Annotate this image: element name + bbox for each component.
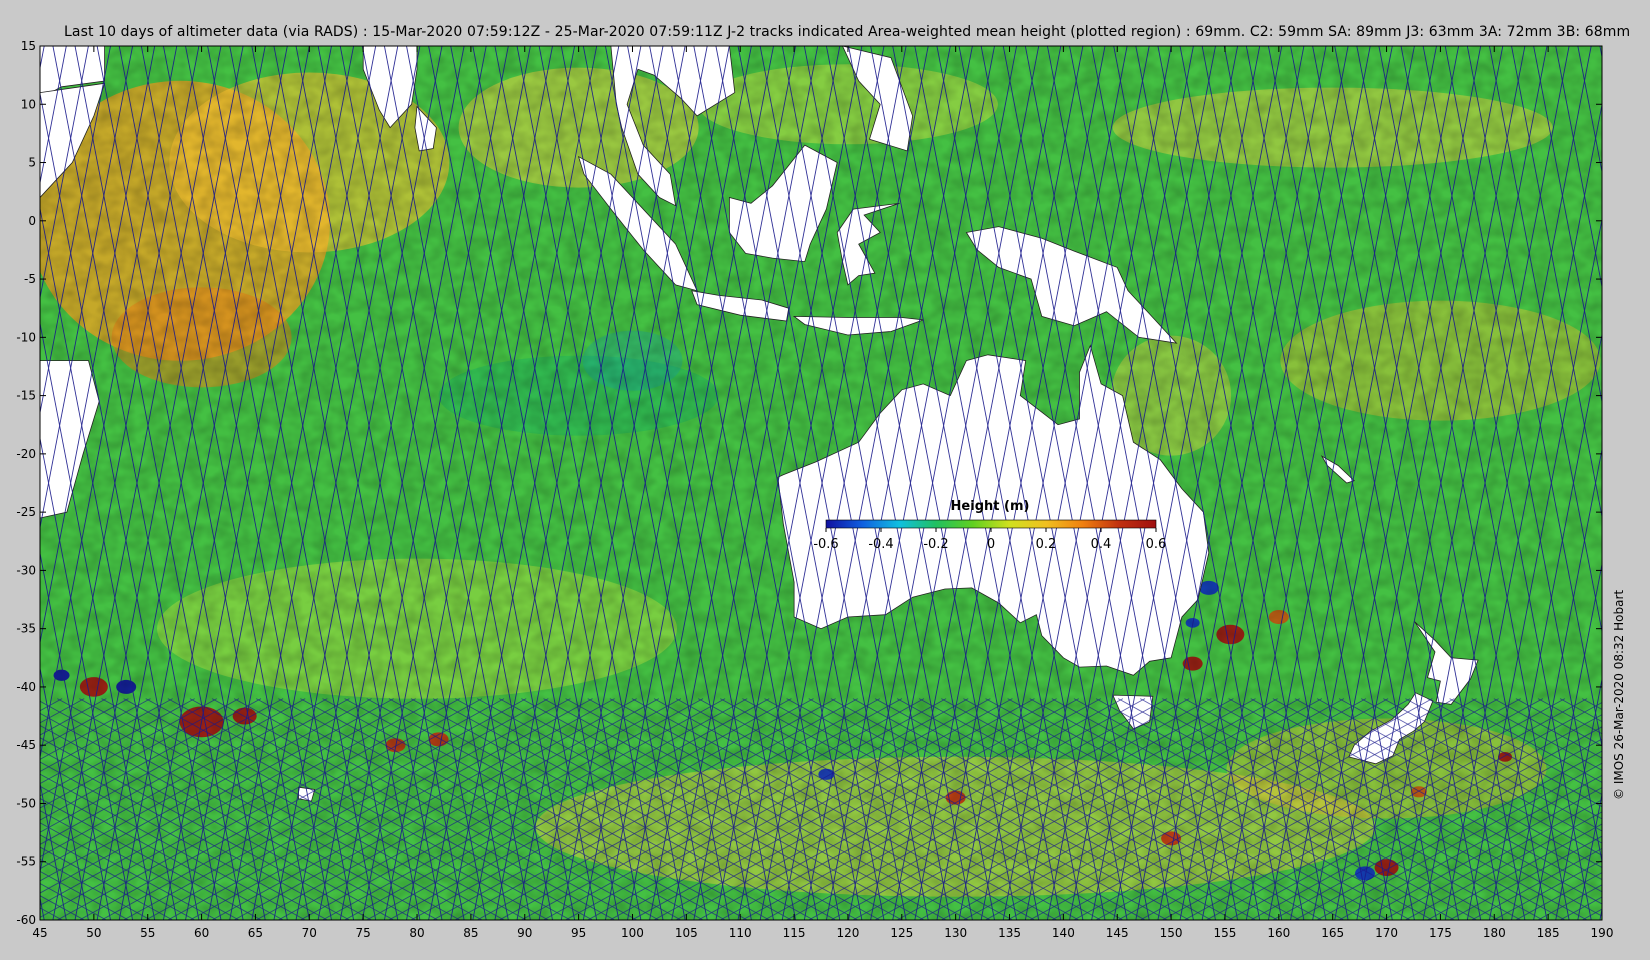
x-tick-label: 125 [890, 926, 913, 940]
x-tick-label: 175 [1429, 926, 1452, 940]
colorbar-bar [825, 519, 1157, 529]
x-tick-label: 115 [783, 926, 806, 940]
colorbar-tick-label: 0.2 [1036, 537, 1057, 552]
x-tick-label: 135 [998, 926, 1021, 940]
y-tick-label: -45 [16, 738, 36, 752]
x-tick-label: 165 [1321, 926, 1344, 940]
x-tick-label: 105 [675, 926, 698, 940]
x-tick-label: 170 [1375, 926, 1398, 940]
x-tick-label: 80 [409, 926, 424, 940]
y-tick-label: -30 [16, 563, 36, 577]
x-tick-label: 85 [463, 926, 478, 940]
x-tick-label: 55 [140, 926, 155, 940]
x-tick-label: 90 [517, 926, 532, 940]
ground-track-ascending [1622, 46, 1650, 920]
x-tick-label: 160 [1267, 926, 1290, 940]
y-tick-label: 0 [28, 214, 36, 228]
colorbar-tick-label: 0.4 [1091, 537, 1112, 552]
y-tick-label: -40 [16, 680, 36, 694]
colorbar-tick-label: -0.2 [923, 537, 948, 552]
y-tick-label: -35 [16, 622, 36, 636]
map-plot: 45 50 55 60 65 70 75 80 85 90 95 100 105 110 115 120 125… [0, 39, 1650, 940]
y-tick-label: 15 [21, 39, 36, 53]
x-tick-label: 70 [302, 926, 317, 940]
ocean-field [0, 46, 1650, 920]
ground-track-descending [40, 895, 45, 920]
x-tick-label: 50 [86, 926, 101, 940]
x-tick-label: 110 [729, 926, 752, 940]
y-tick-label: -10 [16, 330, 36, 344]
y-tick-label: -60 [16, 913, 36, 927]
altimetry-map-figure: Last 10 days of altimeter data (via RADS… [0, 0, 1650, 960]
y-tick-label: -55 [16, 855, 36, 869]
ground-track-southern [1626, 699, 1650, 920]
colorbar-tick-label: 0.6 [1146, 537, 1167, 552]
x-tick-label: 145 [1106, 926, 1129, 940]
y-tick-label: -20 [16, 447, 36, 461]
y-tick-label: -5 [24, 272, 36, 286]
y-tick-label: 5 [28, 156, 36, 170]
ground-track-descending [0, 46, 22, 920]
x-tick-label: 130 [944, 926, 967, 940]
ground-track-descending [1622, 46, 1650, 920]
credit-text: © IMOS 26-Mar-2020 08:32 Hobart [1612, 589, 1626, 800]
y-tick-label: -50 [16, 796, 36, 810]
x-tick-label: 45 [32, 926, 47, 940]
x-tick-label: 155 [1214, 926, 1237, 940]
x-tick-label: 180 [1483, 926, 1506, 940]
y-tick-label: 10 [21, 97, 36, 111]
x-tick-label: 65 [248, 926, 263, 940]
x-tick-label: 100 [621, 926, 644, 940]
x-tick-label: 95 [571, 926, 586, 940]
ground-track-southern [1626, 699, 1650, 920]
colorbar-title: Height (m) [951, 499, 1030, 514]
colorbar-tick-label: -0.6 [813, 537, 838, 552]
x-tick-label: 150 [1160, 926, 1183, 940]
y-tick-label: -25 [16, 505, 36, 519]
ground-track-ascending [40, 46, 45, 71]
y-tick-label: -15 [16, 389, 36, 403]
colorbar-tick-label: -0.4 [868, 537, 893, 552]
ground-track-ascending [0, 46, 22, 920]
x-tick-label: 190 [1591, 926, 1614, 940]
x-tick-label: 60 [194, 926, 209, 940]
x-tick-label: 75 [356, 926, 371, 940]
colorbar-tick-label: 0 [987, 537, 995, 552]
x-tick-label: 140 [1052, 926, 1075, 940]
x-tick-label: 120 [836, 926, 859, 940]
x-tick-label: 185 [1537, 926, 1560, 940]
